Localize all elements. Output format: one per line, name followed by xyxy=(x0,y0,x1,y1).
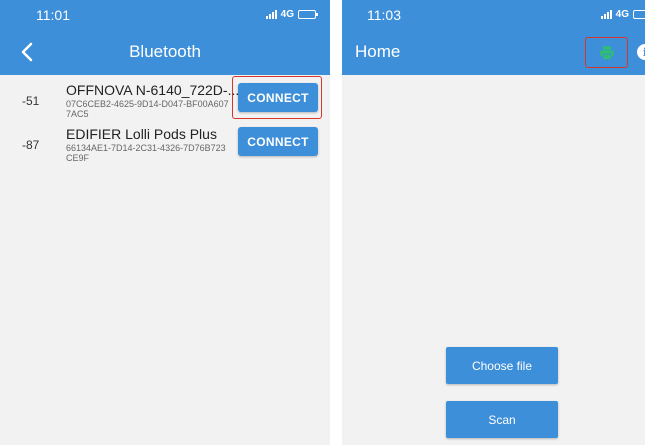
status-indicators: 4G xyxy=(600,9,645,20)
choose-file-button[interactable]: Choose file xyxy=(446,347,558,384)
signal-icon xyxy=(265,10,277,19)
device-name: OFFNOVA N-6140_722D-... xyxy=(66,82,240,98)
home-screen: 11:03 4G Home i Choose file Scan xyxy=(342,0,645,445)
status-bar: 11:03 4G xyxy=(342,0,645,30)
device-name: EDIFIER Lolli Pods Plus xyxy=(66,126,217,142)
scan-button[interactable]: Scan xyxy=(446,401,558,438)
battery-icon xyxy=(298,10,318,19)
highlight-box xyxy=(232,76,322,119)
device-id: 66134AE1-7D14-2C31-4326-7D76B723CE9F xyxy=(66,143,226,163)
page-title: Bluetooth xyxy=(129,42,201,61)
connect-button[interactable]: CONNECT xyxy=(238,127,318,156)
page-title: Home xyxy=(355,42,401,61)
device-id: 07C6CEB2-4625-9D14-D047-BF00A6077AC5 xyxy=(66,99,229,119)
status-bar: 11:01 4G xyxy=(0,0,330,30)
device-rssi: -87 xyxy=(22,138,40,152)
app-bar: Home i xyxy=(342,30,645,75)
signal-icon xyxy=(600,10,612,19)
battery-icon xyxy=(633,10,645,19)
highlight-box xyxy=(585,37,628,68)
status-time: 11:01 xyxy=(36,7,70,23)
device-rssi: -51 xyxy=(22,94,40,108)
status-time: 11:03 xyxy=(367,7,401,23)
app-bar: Bluetooth xyxy=(0,30,330,75)
device-list-item: -87 EDIFIER Lolli Pods Plus 66134AE1-7D1… xyxy=(0,124,330,168)
status-indicators: 4G xyxy=(265,9,318,20)
network-type: 4G xyxy=(615,9,629,20)
network-type: 4G xyxy=(280,9,294,20)
bluetooth-screen: 11:01 4G Bluetooth -51 OFFNOVA N-6140_72… xyxy=(0,0,330,445)
info-icon[interactable]: i xyxy=(637,44,645,60)
